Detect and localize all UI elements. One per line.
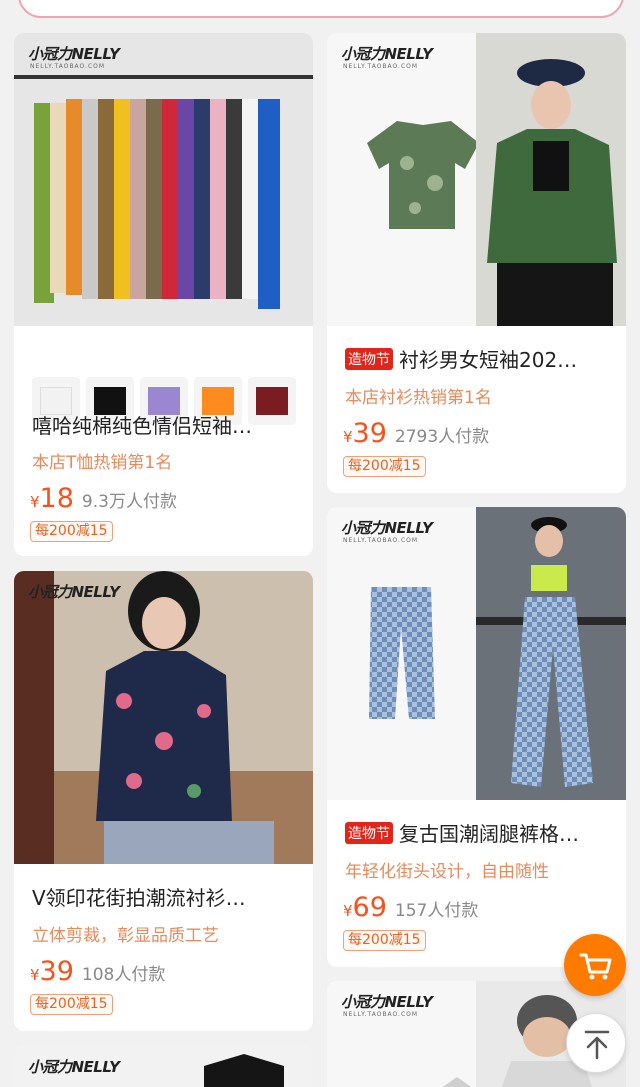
product-title-text: 复古国潮阔腿裤格… (399, 822, 579, 846)
shirt-product-illustration (367, 33, 626, 326)
product-card-shirt[interactable]: 小冠力NELLY NELLY.TAOBAO.COM 造物节 衬衫男女短袖202… … (327, 33, 626, 493)
festival-tag: 造物节 (345, 348, 393, 370)
product-price: 39 (39, 956, 74, 987)
sold-count: 108人付款 (81, 965, 166, 985)
festival-tag: 造物节 (345, 822, 393, 844)
price-row: ¥ 69 157人付款 (343, 892, 478, 923)
product-card-partial-left[interactable]: 小冠力NELLY (14, 1046, 313, 1087)
product-subtitle: 立体剪裁，彰显品质工艺 (32, 926, 219, 946)
pants-product-illustration (369, 507, 626, 800)
sold-count: 9.3万人付款 (81, 492, 177, 512)
currency-symbol: ¥ (30, 966, 40, 984)
price-row: ¥ 18 9.3万人付款 (30, 483, 177, 514)
price-row: ¥ 39 108人付款 (30, 956, 165, 987)
product-subtitle: 本店T恤热销第1名 (32, 453, 173, 473)
product-card-tshirt[interactable]: 小冠力NELLY NELLY.TAOBAO.COM 嘻哈纯棉纯色情侣短袖… 本店… (14, 33, 313, 556)
product-subtitle: 年轻化街头设计，自由随性 (345, 862, 549, 882)
product-title[interactable]: 造物节 复古国潮阔腿裤格… (345, 818, 610, 847)
product-image-floral-shirt[interactable]: 小冠力NELLY (14, 571, 313, 864)
product-price: 39 (352, 418, 387, 449)
product-image-tshirts[interactable]: 小冠力NELLY NELLY.TAOBAO.COM (14, 33, 313, 326)
arrow-up-icon (584, 1030, 610, 1060)
back-to-top-button[interactable] (566, 1013, 626, 1073)
price-row: ¥ 39 2793人付款 (343, 418, 489, 449)
product-price: 69 (352, 892, 387, 923)
product-image-pants[interactable]: 小冠力NELLY NELLY.TAOBAO.COM (327, 507, 626, 800)
product-title-text: 衬衫男女短袖202… (399, 348, 578, 372)
cart-icon (579, 953, 612, 980)
currency-symbol: ¥ (343, 902, 353, 920)
product-title[interactable]: 造物节 衬衫男女短袖202… (345, 344, 610, 373)
promo-badge: 每200减15 (343, 930, 426, 951)
product-image-partial-left[interactable]: 小冠力NELLY (14, 1046, 313, 1087)
product-image-shirt[interactable]: 小冠力NELLY NELLY.TAOBAO.COM (327, 33, 626, 326)
product-subtitle: 本店衬衫热销第1名 (345, 388, 492, 408)
sold-count: 2793人付款 (394, 427, 490, 447)
product-title[interactable]: 嘻哈纯棉纯色情侣短袖… (32, 410, 297, 439)
promo-badge: 每200减15 (30, 994, 113, 1015)
product-price: 18 (39, 483, 74, 514)
product-title[interactable]: V领印花街拍潮流衬衫… (32, 882, 297, 911)
product-card-floral-shirt[interactable]: 小冠力NELLY V领印花街拍潮流衬衫… 立体剪裁，彰显品质工艺 ¥ 39 10… (14, 571, 313, 1031)
top-search-pill[interactable] (18, 0, 624, 18)
currency-symbol: ¥ (30, 493, 40, 511)
tshirts-rack-illustration (14, 75, 313, 309)
promo-badge: 每200减15 (343, 456, 426, 477)
brand-logo: 小冠力NELLY (28, 583, 120, 601)
floral-shirt-model-illustration (14, 571, 313, 864)
black-tee-illustration (204, 1054, 284, 1087)
currency-symbol: ¥ (343, 428, 353, 446)
promo-badge: 每200减15 (30, 521, 113, 542)
cart-button[interactable] (564, 934, 626, 996)
sold-count: 157人付款 (394, 901, 479, 921)
product-card-pants[interactable]: 小冠力NELLY NELLY.TAOBAO.COM 造物节 复古国潮阔腿裤格… 年… (327, 507, 626, 967)
